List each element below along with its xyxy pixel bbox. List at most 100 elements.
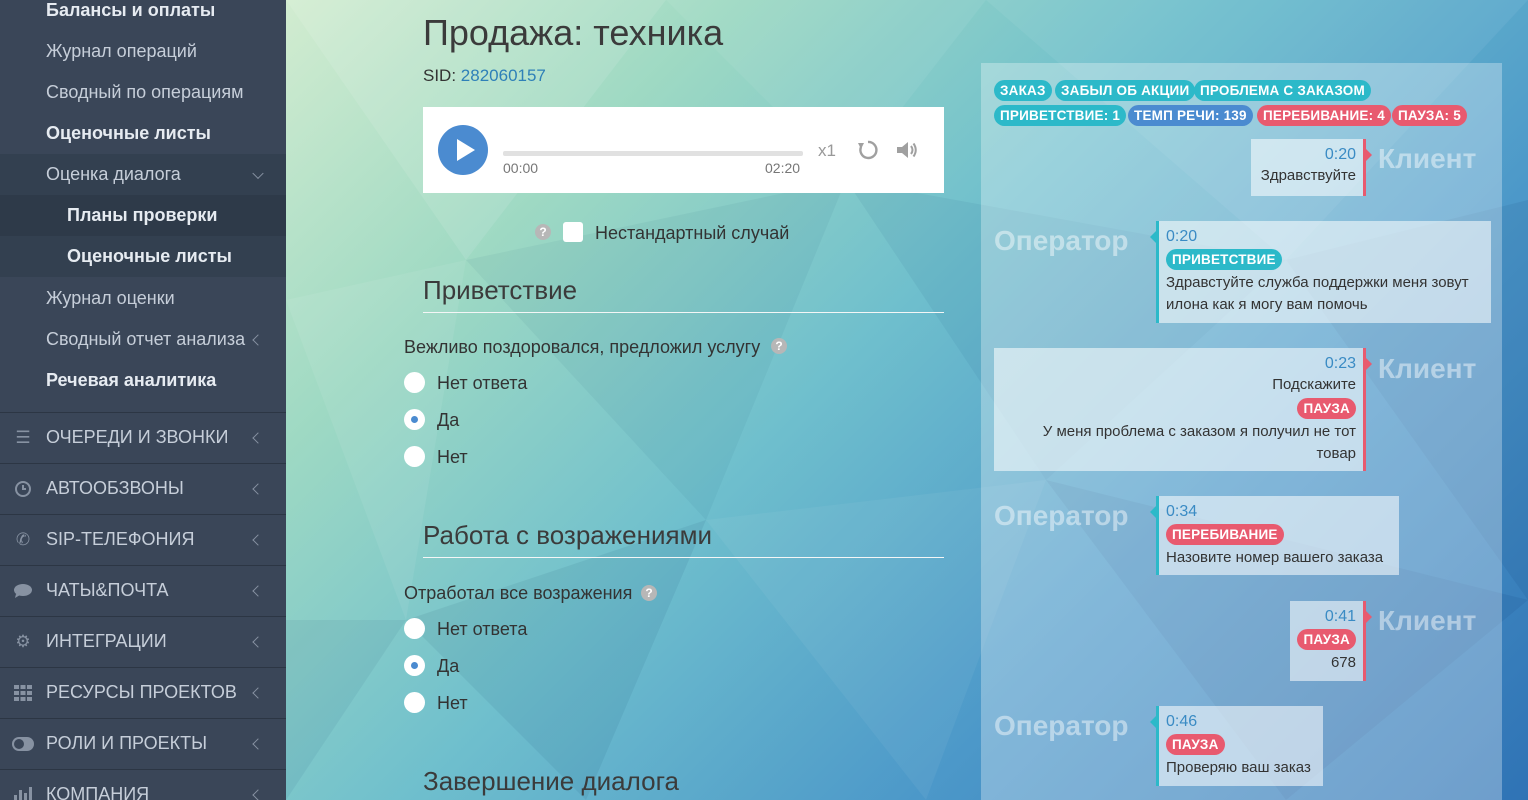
help-icon[interactable]: ? (535, 224, 551, 240)
sidebar: Балансы и оплаты Журнал операций Сводный… (0, 0, 286, 800)
message-text: Здравствуйте (1260, 167, 1356, 184)
message-text: 678 (1330, 654, 1356, 671)
sidebar-item-check-plans[interactable]: Планы проверки (0, 195, 286, 236)
radio-label: Нет (437, 447, 468, 467)
speaker-label-operator: Оператор (994, 225, 1129, 256)
reload-icon[interactable] (857, 139, 879, 161)
question-greeting: Вежливо поздоровался, предложил услугу (404, 337, 760, 358)
sidebar-section-company[interactable]: КОМПАНИЯ (0, 769, 286, 800)
radio-no[interactable] (404, 446, 425, 467)
chat-icon (12, 582, 34, 600)
speaker-label-operator: Оператор (994, 500, 1129, 531)
sidebar-item-dialog-evaluation[interactable]: Оценка диалога (0, 154, 286, 195)
message-time: 0:23 (1324, 355, 1356, 372)
tag-order: ЗАКАЗ (994, 80, 1052, 101)
radio-yes[interactable] (404, 409, 425, 430)
chevron-down-icon (252, 167, 264, 179)
toggle-icon (12, 735, 34, 753)
tag-forgot-promo: ЗАБЫЛ ОБ АКЦИИ (1055, 80, 1196, 101)
tag-speech-rate: ТЕМП РЕЧИ: 139 (1128, 105, 1253, 126)
sid-value[interactable]: 282060157 (461, 66, 546, 85)
phone-icon: ✆ (15, 529, 31, 549)
audio-player: 00:00 02:20 x1 (423, 107, 944, 193)
sidebar-item-score-sheets-sub[interactable]: Оценочные листы (0, 236, 286, 277)
sidebar-item-operations-log[interactable]: Журнал операций (0, 31, 286, 72)
chevron-left-icon (252, 635, 264, 648)
nonstandard-label: Нестандартный случай (595, 223, 790, 243)
client-message: 0:20 Здравствуйте (1251, 139, 1372, 196)
message-tag: ПАУЗА (1166, 734, 1225, 755)
sidebar-item-label: Речевая аналитика (46, 370, 217, 390)
message-text: Подскажите (1272, 376, 1356, 393)
chevron-left-icon (252, 584, 264, 597)
message-text: товар (1316, 445, 1356, 462)
help-icon[interactable]: ? (641, 585, 657, 601)
message-text: Проверяю ваш заказ (1166, 759, 1311, 776)
sidebar-section-queues[interactable]: ☰ ОЧЕРЕДИ И ЗВОНКИ (0, 412, 286, 462)
sidebar-item-label: Сводный по операциям (46, 82, 244, 102)
sidebar-item-analysis-report[interactable]: Сводный отчет анализа (0, 319, 286, 360)
clock-icon (12, 480, 34, 498)
chevron-left-icon (252, 482, 264, 495)
volume-icon[interactable] (895, 139, 919, 161)
sidebar-section-sip[interactable]: ✆ SIP-ТЕЛЕФОНИЯ (0, 514, 286, 564)
sidebar-section-label: АВТООБЗВОНЫ (46, 478, 184, 498)
sidebar-section-label: РОЛИ И ПРОЕКТЫ (46, 733, 208, 753)
radio-yes[interactable] (404, 655, 425, 676)
content-area: Продажа: техника SID: 282060157 00:00 02… (286, 0, 1528, 800)
sid-line: SID: 282060157 (423, 66, 546, 86)
sidebar-item-speech-analytics[interactable]: Речевая аналитика (0, 360, 286, 401)
tag-pauses: ПАУЗА: 5 (1392, 105, 1467, 126)
sidebar-section-resources[interactable]: РЕСУРСЫ ПРОЕКТОВ (0, 667, 286, 717)
page-title: Продажа: техника (423, 12, 724, 53)
sidebar-section-integrations[interactable]: ⚙ ИНТЕГРАЦИИ (0, 616, 286, 666)
radio-no-answer[interactable] (404, 372, 425, 393)
message-tag: ПАУЗА (1297, 398, 1356, 419)
sidebar-section-label: ИНТЕГРАЦИИ (46, 631, 167, 651)
radio-label: Нет ответа (437, 373, 528, 393)
sidebar-item-label: Балансы и оплаты (46, 0, 216, 20)
client-message: 0:41 ПАУЗА 678 (1290, 601, 1372, 681)
chevron-left-icon (252, 431, 264, 444)
radio-no[interactable] (404, 692, 425, 713)
sidebar-section-chats[interactable]: ЧАТЫ&ПОЧТА (0, 565, 286, 615)
sidebar-item-balances[interactable]: Балансы и оплаты (0, 0, 286, 31)
current-time: 00:00 (503, 160, 539, 176)
sidebar-item-label: Журнал оценки (46, 288, 175, 308)
operator-message: 0:34 ПЕРЕБИВАНИЕ Назовите номер вашего з… (1150, 496, 1399, 575)
sidebar-section-autodial[interactable]: АВТООБЗВОНЫ (0, 463, 286, 513)
message-text: илона как я могу вам помочь (1166, 296, 1368, 313)
sidebar-section-roles[interactable]: РОЛИ И ПРОЕКТЫ (0, 718, 286, 768)
tag-order-problem: ПРОБЛЕМА С ЗАКАЗОМ (1194, 80, 1371, 101)
message-time: 0:34 (1166, 503, 1198, 520)
message-tag: ПАУЗА (1297, 629, 1356, 650)
radio-label: Да (437, 410, 460, 430)
sidebar-item-score-sheets[interactable]: Оценочные листы (0, 113, 286, 154)
sidebar-item-evaluation-log[interactable]: Журнал оценки (0, 278, 286, 319)
gears-icon: ⚙ (15, 631, 31, 651)
sidebar-item-label: Сводный отчет анализа (46, 329, 246, 349)
bar-chart-icon (12, 786, 34, 800)
speed-button[interactable]: x1 (818, 141, 836, 161)
section-title-closing: Завершение диалога (423, 766, 944, 800)
sidebar-item-label: Оценочные листы (46, 123, 211, 143)
message-time: 0:20 (1166, 228, 1198, 245)
help-icon[interactable]: ? (771, 338, 787, 354)
radio-label: Нет ответа (437, 619, 528, 639)
sidebar-section-label: ЧАТЫ&ПОЧТА (46, 580, 169, 600)
section-title-objections: Работа с возражениями (423, 520, 944, 558)
duration: 02:20 (765, 160, 801, 176)
radio-no-answer[interactable] (404, 618, 425, 639)
sidebar-item-operations-summary[interactable]: Сводный по операциям (0, 72, 286, 113)
chevron-left-icon (252, 788, 264, 800)
sidebar-section-label: SIP-ТЕЛЕФОНИЯ (46, 529, 195, 549)
question-text: Вежливо поздоровался, предложил услугу (404, 337, 761, 357)
play-button[interactable] (438, 125, 488, 175)
nonstandard-checkbox[interactable] (563, 222, 583, 242)
message-text: Здравстуйте служба поддержки меня зовут (1166, 274, 1469, 291)
message-tag: ПЕРЕБИВАНИЕ (1166, 524, 1284, 545)
progress-track[interactable] (503, 151, 803, 156)
sidebar-item-label: Планы проверки (67, 205, 218, 225)
radio-label: Да (437, 656, 460, 676)
speaker-label-client: Клиент (1378, 605, 1477, 636)
